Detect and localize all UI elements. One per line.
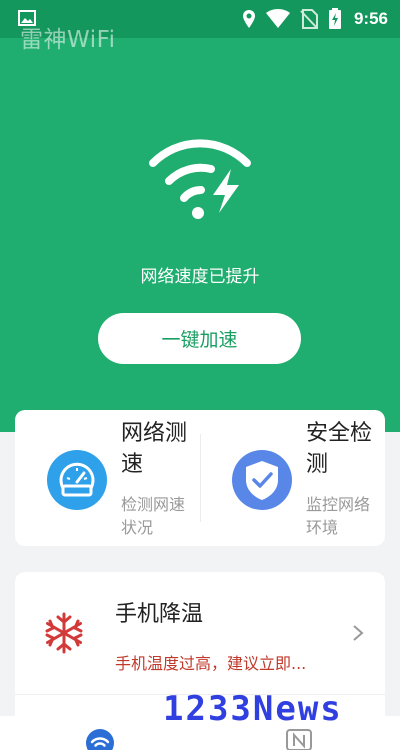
speed-test-title: 网络测速 xyxy=(121,421,188,477)
watermark-text: 1233News xyxy=(163,689,343,729)
battery-charging-icon xyxy=(328,8,341,29)
wifi-signal-icon xyxy=(265,9,290,28)
feature-card: 网络测速 检测网速状况 安全检测 监控网络环境 xyxy=(15,410,385,546)
one-key-boost-button[interactable]: 一键加速 xyxy=(98,313,301,364)
security-check-item[interactable]: 安全检测 监控网络环境 xyxy=(200,410,385,546)
app-title: 雷神WiFi xyxy=(20,27,116,53)
wifi-bolt-icon xyxy=(149,139,251,219)
wifi-nav-icon[interactable] xyxy=(85,728,115,750)
location-icon xyxy=(242,10,255,28)
speed-test-desc: 检测网速状况 xyxy=(121,495,186,537)
snowflake-icon xyxy=(45,612,83,654)
status-icons: 9:56 xyxy=(242,6,388,32)
status-time: 9:56 xyxy=(353,9,388,28)
cooling-title: 手机降温 xyxy=(115,602,204,627)
cooling-desc: 手机温度过高，建议立即... xyxy=(115,654,307,673)
speedometer-icon xyxy=(47,450,107,510)
shield-check-icon xyxy=(232,450,292,510)
security-check-desc: 监控网络环境 xyxy=(306,495,371,537)
speed-test-item[interactable]: 网络测速 检测网速状况 xyxy=(15,410,200,546)
security-check-title: 安全检测 xyxy=(306,421,373,477)
no-sim-icon xyxy=(300,9,318,29)
chevron-right-icon xyxy=(353,625,364,641)
news-nav-icon[interactable] xyxy=(285,728,313,750)
network-status-text: 网络速度已提升 xyxy=(140,267,260,287)
